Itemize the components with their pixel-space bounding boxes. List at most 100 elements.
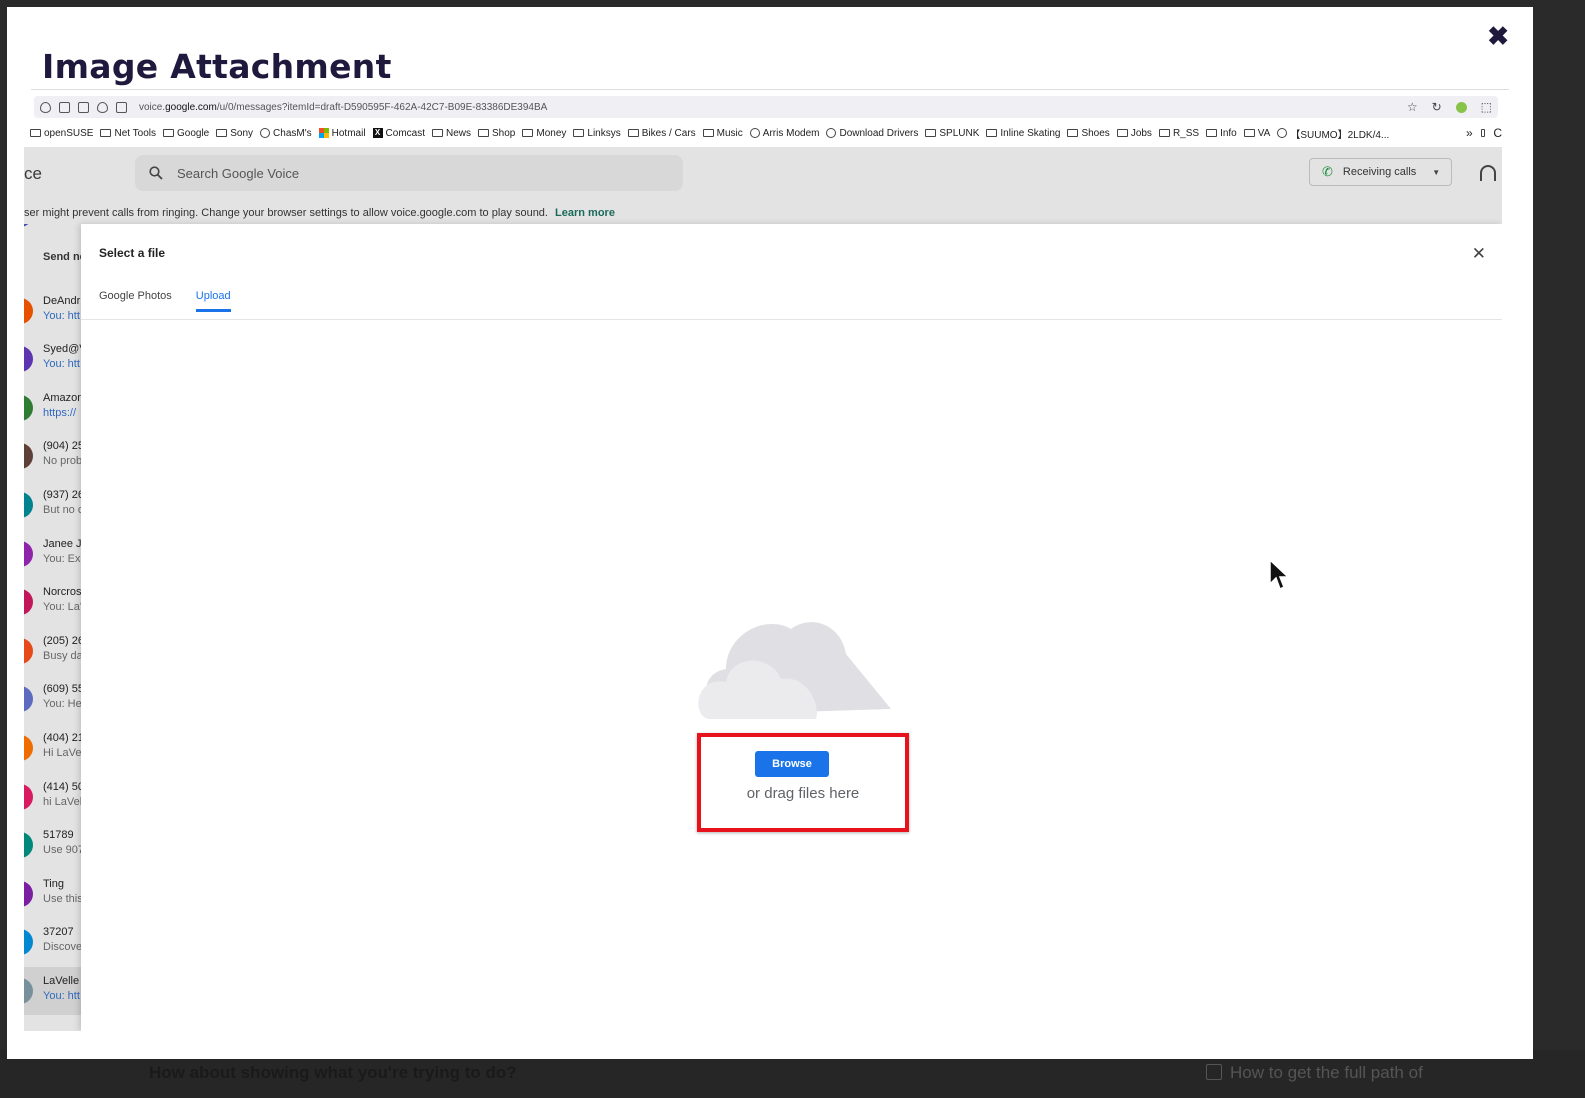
conversation-item[interactable]: (205) 26 Busy da: [24, 627, 81, 675]
conversation-snippet: You: La': [43, 601, 81, 614]
conversation-name: Amazon: [43, 391, 81, 404]
learn-more-link[interactable]: Learn more: [555, 207, 615, 219]
folder-icon: [986, 129, 998, 137]
conversation-item[interactable]: Ting Use this: [24, 870, 81, 918]
folder-icon: [100, 129, 112, 137]
conversation-item[interactable]: DeAndr You: htt: [24, 287, 81, 335]
bookmark-label: Money: [536, 127, 567, 139]
conversation-name: (937) 26: [43, 489, 81, 501]
bookmark-item[interactable]: Info: [1206, 128, 1237, 139]
bookmark-item[interactable]: Sony: [216, 128, 253, 139]
conversation-item[interactable]: Amazon https://: [24, 384, 81, 432]
bookmark-item[interactable]: openSUSE: [30, 128, 93, 139]
tab-google-photos[interactable]: Google Photos: [99, 290, 172, 312]
bookmarks-overflow[interactable]: » C: [1466, 122, 1502, 144]
bookmark-item[interactable]: News: [432, 128, 471, 139]
bookmark-item[interactable]: Download Drivers: [826, 128, 918, 139]
conversation-item[interactable]: (404) 21 Hi LaVe: [24, 724, 81, 772]
conversation-snippet: Use this: [43, 892, 81, 905]
bookmark-label: R_SS: [1172, 127, 1200, 139]
modal-close-icon[interactable]: ✖: [1487, 21, 1509, 52]
chevron-double-right-icon: »: [1466, 126, 1473, 140]
browse-button[interactable]: Browse: [755, 751, 829, 777]
avatar: [24, 297, 33, 324]
bookmark-item[interactable]: Hotmail: [318, 128, 366, 139]
related-link-text: How to get the full path of: [1230, 1063, 1423, 1082]
conversation-item[interactable]: LaVelle You: htt: [24, 967, 81, 1015]
bookmark-item[interactable]: VA: [1243, 128, 1270, 139]
picker-tabs: Google Photos Upload: [99, 290, 231, 312]
bookmark-item[interactable]: Linksys: [573, 127, 621, 139]
app-brand: ce: [24, 164, 42, 183]
tab-upload[interactable]: Upload: [195, 290, 231, 312]
avatar: [24, 492, 33, 518]
conversation-snippet: Discove: [43, 941, 81, 954]
bookmark-label: Linksys: [587, 127, 621, 139]
bookmark-item[interactable]: 【SUUMO】2LDK/4...: [1277, 126, 1389, 141]
conversation-item[interactable]: 37207 Discove: [24, 918, 81, 966]
conversation-item[interactable]: You: I ki: [24, 224, 81, 238]
bookmark-item[interactable]: Music: [702, 128, 743, 139]
conversation-item[interactable]: (937) 26 But no c: [24, 481, 81, 529]
image-attachment-modal: Image Attachment ✖ voice.google.com/u/0/…: [7, 7, 1533, 1059]
conversation-item[interactable]: Norcros You: La': [24, 578, 81, 626]
picker-close-icon[interactable]: ✕: [1472, 244, 1486, 264]
star-icon[interactable]: ☆: [1407, 100, 1418, 114]
folder-icon: [1158, 129, 1170, 137]
bookmark-label: SPLUNK: [939, 127, 980, 139]
bookmark-item[interactable]: Google: [163, 128, 209, 139]
conversation-snippet: No prob: [43, 455, 81, 468]
headset-icon[interactable]: [1480, 165, 1496, 181]
conversation-item[interactable]: Janee J You: Exc: [24, 530, 81, 578]
send-new-message[interactable]: Send ne: [43, 251, 81, 263]
lock-icon: [59, 101, 70, 113]
extension-icon[interactable]: [1455, 101, 1467, 113]
conversation-snippet: You: htt: [43, 309, 80, 322]
avatar: [24, 978, 33, 1004]
bookmark-item[interactable]: Inline Skating: [986, 128, 1060, 139]
tabs-divider: [81, 319, 1502, 320]
folder-icon: [1480, 129, 1486, 137]
background-related-link[interactable]: How to get the full path of: [1206, 1063, 1423, 1083]
bookmark-item[interactable]: Arris Modem: [749, 128, 819, 139]
conversation-snippet: Hi LaVe: [43, 747, 81, 759]
conversation-item[interactable]: (609) 55 You: He: [24, 675, 81, 723]
bookmark-item[interactable]: Jobs: [1116, 128, 1152, 139]
conversation-snippet: https://: [43, 406, 77, 419]
conversation-snippet: Busy da: [43, 649, 81, 662]
conversation-name: (205) 26: [43, 634, 81, 647]
browser-url-bar[interactable]: voice.google.com/u/0/messages?itemId=dra…: [34, 95, 1498, 119]
bookmark-item[interactable]: R_SS: [1158, 127, 1200, 139]
avatar: [24, 443, 33, 470]
drag-files-hint: or drag files here: [746, 785, 860, 802]
conversation-item[interactable]: 51789 Use 907: [24, 821, 81, 869]
conversation-item[interactable]: (904) 25 No prob: [24, 432, 81, 480]
bookmark-item[interactable]: SPLUNK: [925, 128, 979, 139]
conversation-list: Send ne You: I ki DeAndr You: htt Syed@V You…: [24, 224, 81, 1031]
folder-icon: [925, 129, 937, 137]
bookmark-item[interactable]: ChasM's: [260, 128, 312, 139]
folder-icon: [163, 129, 174, 137]
chevron-down-icon: ▼: [1432, 167, 1441, 177]
bookmark-label: Shoes: [1081, 127, 1110, 139]
bookmark-item[interactable]: Shop: [478, 128, 515, 139]
conversation-item[interactable]: Syed@V You: htt: [24, 335, 81, 383]
bookmark-item[interactable]: X Comcast: [372, 128, 425, 139]
avatar: [24, 224, 33, 227]
avatar: [24, 832, 33, 859]
conversation-name: Norcros: [43, 586, 81, 599]
bookmark-item[interactable]: Money: [522, 128, 566, 139]
bookmark-label: Info: [1220, 127, 1237, 139]
receiving-calls-button[interactable]: ✆ Receiving calls ▼: [1309, 158, 1452, 186]
extensions-puzzle-icon[interactable]: ⬚: [1481, 100, 1492, 114]
bookmark-item[interactable]: Bikes / Cars: [627, 128, 696, 139]
conversation-item[interactable]: (414) 50 hi LaVel: [24, 773, 81, 821]
folder-icon: [1206, 129, 1218, 137]
bookmark-item[interactable]: Shoes: [1067, 127, 1110, 139]
search-google-voice-input[interactable]: Search Google Voice: [135, 155, 683, 191]
conversation-name: (414) 50: [43, 780, 81, 793]
folder-icon: [432, 129, 443, 137]
bookmark-item[interactable]: Net Tools: [100, 128, 156, 139]
reload-icon[interactable]: ↻: [1432, 100, 1442, 114]
x-logo-icon: X: [372, 128, 383, 138]
